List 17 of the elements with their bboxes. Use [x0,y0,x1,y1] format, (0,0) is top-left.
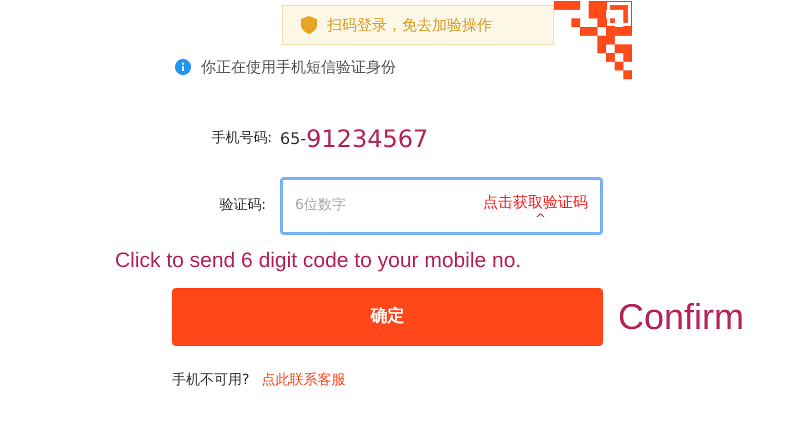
notice-text: 你正在使用手机短信验证身份 [201,57,396,78]
qr-code-icon[interactable] [554,0,632,80]
shield-icon [301,16,317,34]
confirm-button[interactable]: 确定 [172,288,603,346]
tooltip-text: 扫码登录，免去加验操作 [327,14,492,36]
code-label: 验证码: [218,196,266,215]
caret-annotation: ^ [534,214,546,226]
phone-label: 手机号码: [210,129,272,148]
phone-unavailable-text: 手机不可用? [172,371,250,390]
info-icon [175,59,191,76]
annotation-text: Click to send 6 digit code to your mobile no. [115,248,522,274]
phone-prefix: 65- [280,128,306,150]
get-code-link[interactable]: 点击获取验证码 [483,191,588,214]
confirm-translation: Confirm [618,295,744,339]
contact-support-link[interactable]: 点此联系客服 [261,370,346,391]
code-input-field[interactable]: 6位数字 点击获取验证码 ^ [280,176,603,234]
phone-number: 91234567 [306,124,428,154]
